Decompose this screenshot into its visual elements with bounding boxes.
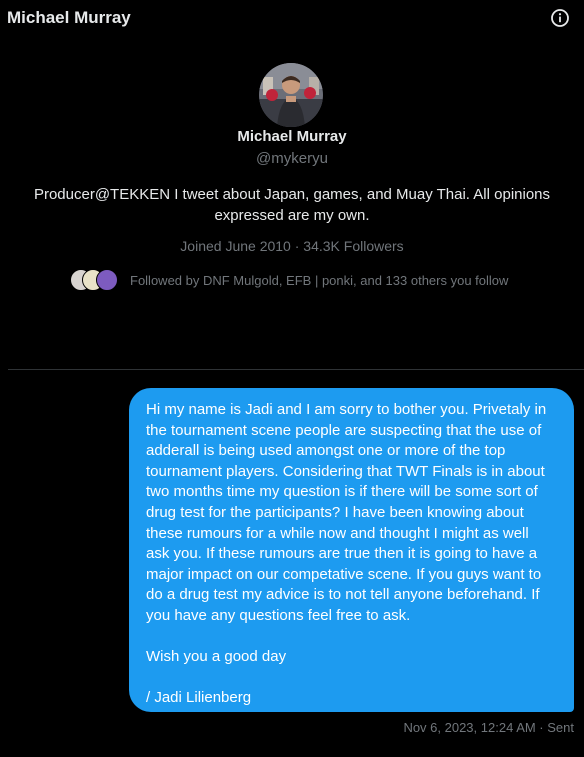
message-timestamp: Nov 6, 2023, 12:24 AM · Sent	[403, 720, 574, 735]
message-signature: / Jadi Lilienberg	[146, 689, 252, 707]
conversation-header: Michael Murray	[0, 0, 584, 38]
meta-separator: ·	[294, 238, 300, 254]
profile-name[interactable]: Michael Murray	[0, 128, 584, 145]
message-paragraph: Hi my name is Jadi and I am sorry to bot…	[146, 401, 547, 624]
followed-by-avatars	[70, 269, 122, 291]
followed-by-text: Followed by DNF Mulgold, EFB | ponki, an…	[130, 272, 509, 288]
message-paragraph: Wish you a good day	[146, 648, 287, 666]
profile-bio: Producer@TEKKEN I tweet about Japan, gam…	[33, 186, 551, 224]
followed-by-row[interactable]: Followed by DNF Mulgold, EFB | ponki, an…	[70, 268, 508, 292]
profile-meta: Joined June 2010 · 34.3K Followers	[0, 238, 584, 254]
follower-avatar	[96, 269, 118, 291]
profile-avatar[interactable]	[259, 63, 323, 127]
header-title: Michael Murray	[7, 8, 131, 27]
sent-message-bubble[interactable]: Hi my name is Jadi and I am sorry to bot…	[129, 388, 574, 712]
profile-handle: @mykeryu	[256, 150, 328, 167]
followers-count[interactable]: 34.3K Followers	[303, 238, 403, 254]
divider	[8, 369, 584, 370]
joined-date: Joined June 2010	[180, 238, 291, 254]
info-circle-icon[interactable]	[550, 8, 570, 28]
